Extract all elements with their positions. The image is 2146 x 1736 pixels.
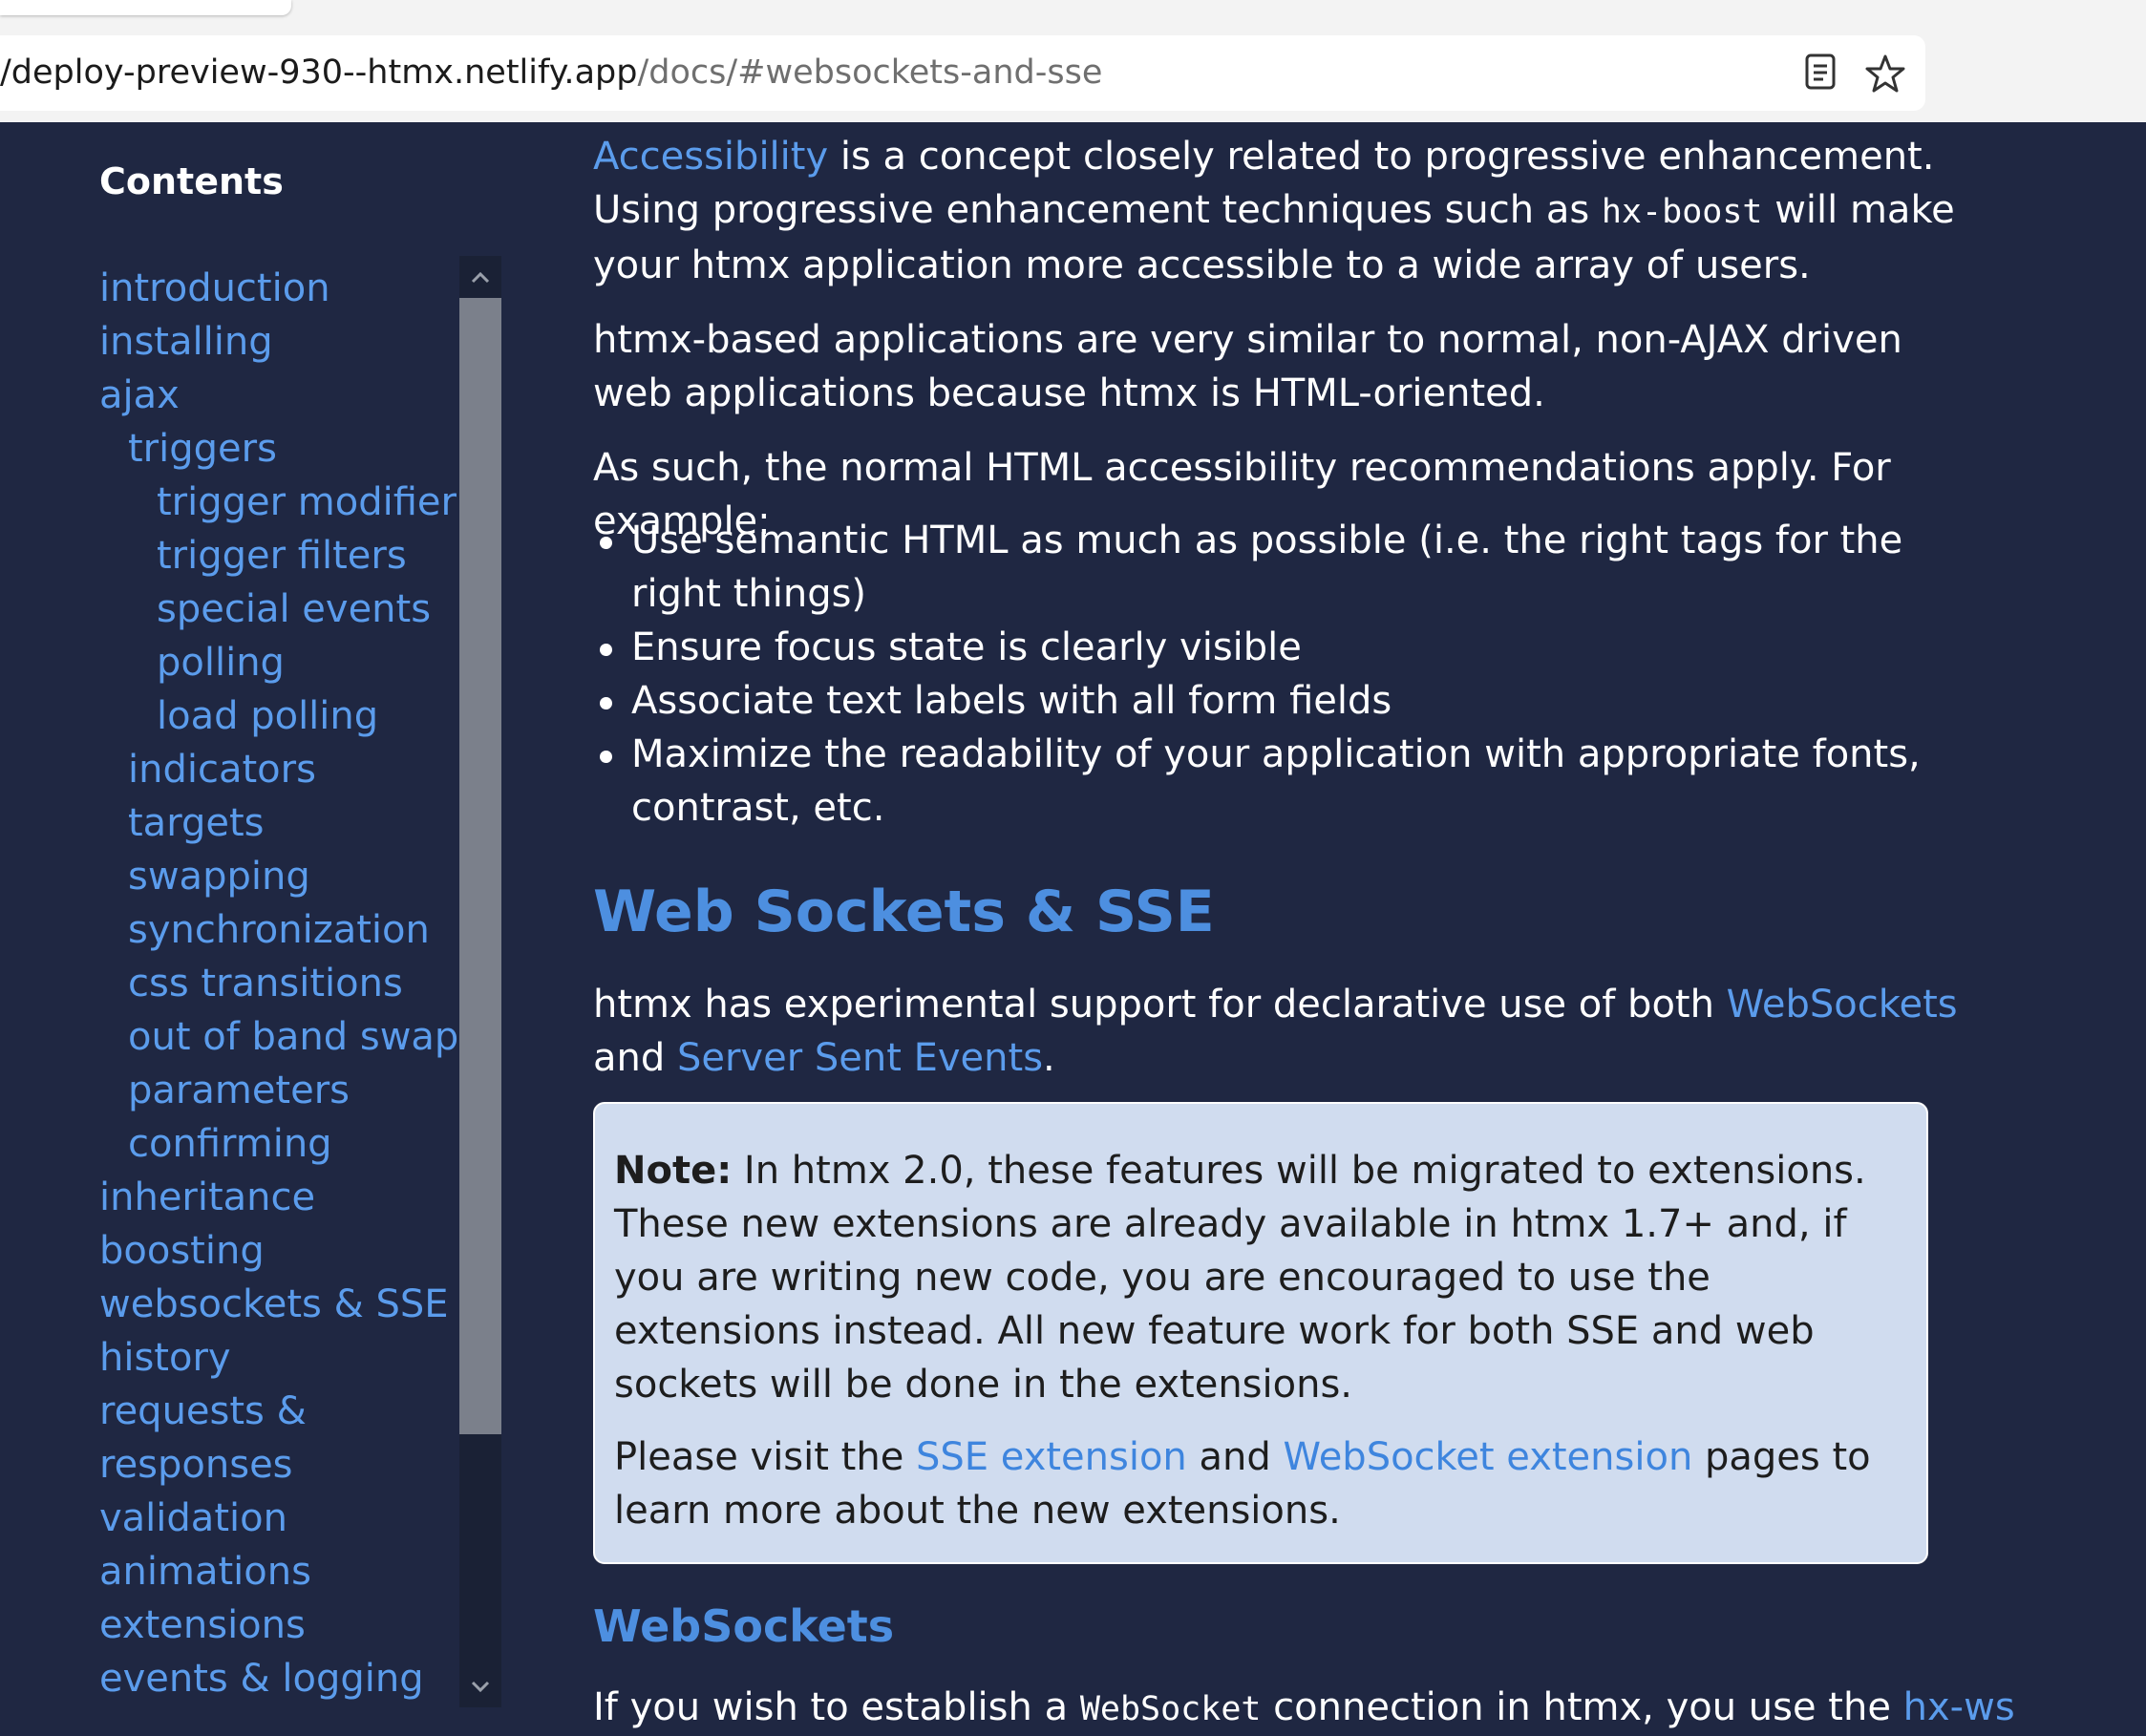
url-text[interactable]: /deploy-preview-930--htmx.netlify.app/do… [0, 35, 1102, 111]
toc-item-triggers[interactable]: triggers [128, 424, 277, 474]
text: and [593, 1036, 677, 1080]
sse-extension-link[interactable]: SSE extension [916, 1435, 1187, 1479]
section-heading-websockets[interactable]: WebSockets [593, 1600, 894, 1652]
toc-item-indicators[interactable]: indicators [128, 745, 316, 794]
toc-item-special-events[interactable]: special events [157, 584, 431, 634]
toc-item-confirming[interactable]: confirming [128, 1119, 332, 1169]
toc-item-parameters[interactable]: parameters [128, 1066, 350, 1115]
toc-item-requests[interactable]: requests & [99, 1387, 307, 1436]
htmx-based-paragraph: htmx-based applications are very similar… [593, 318, 1902, 415]
text: . [1043, 1036, 1055, 1080]
websockets-intro-paragraph: htmx has experimental support for declar… [593, 978, 1968, 1085]
list-item: Maximize the readability of your applica… [593, 728, 1968, 835]
toc-item-validation[interactable]: validation [99, 1493, 287, 1543]
toc-item-out-of-band-swaps[interactable]: out of band swaps [128, 1012, 458, 1062]
toc-item-installing[interactable]: installing [99, 317, 273, 367]
accessibility-link[interactable]: Accessibility [593, 135, 828, 179]
text: In htmx 2.0, these features will be migr… [614, 1149, 1866, 1407]
hx-boost-code: hx-boost [1601, 193, 1763, 231]
toc-item-load-polling[interactable]: load polling [157, 691, 378, 741]
toc-item-events-logging[interactable]: events & logging [99, 1654, 424, 1704]
toc-item-synchronization[interactable]: synchronization [128, 905, 430, 955]
toc-item-ajax[interactable]: ajax [99, 370, 180, 420]
toc-item-introduction[interactable]: introduction [99, 264, 330, 313]
text: If you wish to establish a [593, 1685, 1080, 1729]
reader-mode-icon[interactable] [1805, 53, 1836, 92]
bookmark-star-icon[interactable] [1865, 53, 1905, 94]
accessibility-paragraph: Accessibility is a concept closely relat… [593, 130, 1968, 292]
list-item: Ensure focus state is clearly visible [593, 621, 1968, 674]
toc-item-websockets-sse[interactable]: websockets & SSE [99, 1280, 449, 1329]
text: Please visit the [614, 1435, 917, 1479]
recommendations-list: Use semantic HTML as much as possible (i… [593, 514, 1968, 835]
list-item: Use semantic HTML as much as possible (i… [593, 514, 1968, 621]
toc-item-inheritance[interactable]: inheritance [99, 1173, 315, 1222]
toc-item-trigger-filters[interactable]: trigger filters [157, 531, 407, 581]
text: and [1186, 1435, 1284, 1479]
note-extensions-paragraph: Please visit the SSE extension and WebSo… [614, 1430, 1907, 1537]
websocket-extension-link[interactable]: WebSocket extension [1283, 1435, 1692, 1479]
browser-tab[interactable] [0, 0, 291, 15]
toc-item-extensions[interactable]: extensions [99, 1600, 306, 1650]
text: htmx has experimental support for declar… [593, 983, 1727, 1027]
websocket-usage-paragraph: If you wish to establish a WebSocket con… [593, 1681, 2015, 1736]
server-sent-events-link[interactable]: Server Sent Events [677, 1036, 1043, 1080]
note-label: Note: [614, 1149, 733, 1193]
browser-toolbar: /deploy-preview-930--htmx.netlify.app/do… [0, 0, 2146, 122]
note-paragraph: Note: In htmx 2.0, these features will b… [614, 1144, 1907, 1411]
note-callout: Note: In htmx 2.0, these features will b… [593, 1102, 1928, 1564]
toc-item-animations[interactable]: animations [99, 1547, 311, 1597]
toc-item-responses[interactable]: responses [99, 1440, 293, 1490]
toc-item-history[interactable]: history [99, 1333, 231, 1383]
sidebar-scrollbar-thumb[interactable] [459, 298, 501, 1434]
scroll-up-icon[interactable] [459, 256, 501, 298]
websockets-link[interactable]: WebSockets [1727, 983, 1958, 1027]
websocket-code: WebSocket [1079, 1690, 1262, 1728]
text: connection in htmx, you use the [1261, 1685, 1903, 1729]
scroll-down-icon[interactable] [459, 1665, 501, 1707]
toc-item-polling[interactable]: polling [157, 638, 285, 688]
toc-item-swapping[interactable]: swapping [128, 852, 310, 901]
hx-ws-link[interactable]: hx-ws [1903, 1685, 2015, 1729]
list-item: Associate text labels with all form fiel… [593, 674, 1968, 728]
toc-item-boosting[interactable]: boosting [99, 1226, 265, 1276]
toc-item-trigger-modifiers[interactable]: trigger modifiers [157, 477, 458, 527]
toc-item-css-transitions[interactable]: css transitions [128, 959, 403, 1008]
section-heading-websockets-sse[interactable]: Web Sockets & SSE [593, 879, 1215, 945]
table-of-contents: introduction installing ajax triggers tr… [0, 256, 458, 1707]
address-bar[interactable]: /deploy-preview-930--htmx.netlify.app/do… [0, 35, 1925, 111]
contents-heading: Contents [99, 160, 284, 202]
url-path: /docs/#websockets-and-sse [637, 53, 1103, 92]
toc-item-targets[interactable]: targets [128, 798, 264, 848]
url-host: /deploy-preview-930--htmx.netlify.app [0, 53, 638, 92]
